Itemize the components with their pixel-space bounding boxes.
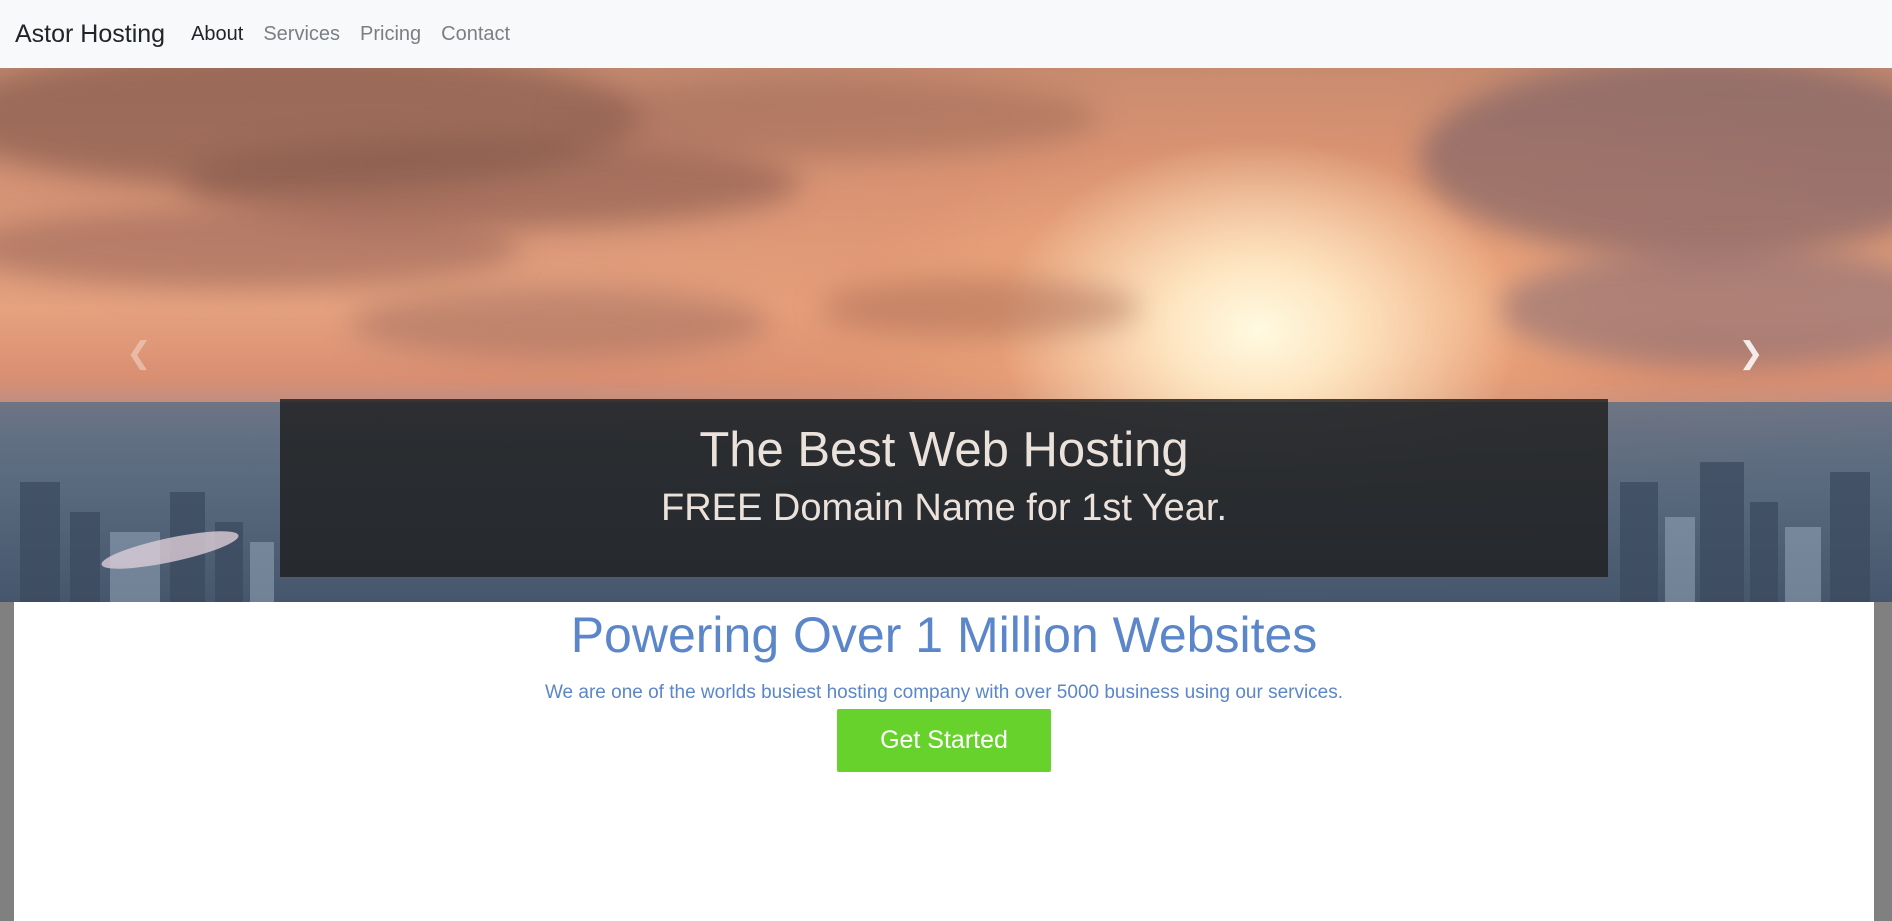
carousel-prev-button[interactable]: ❮: [124, 335, 154, 371]
nav-link-about[interactable]: About: [181, 23, 253, 46]
hero-carousel: ❮ ❯ The Best Web Hosting FREE Domain Nam…: [0, 68, 1892, 602]
hero-subtitle: FREE Domain Name for 1st Year.: [660, 487, 1228, 529]
cloud-shape: [0, 208, 520, 288]
cloud-shape: [820, 278, 1140, 338]
cloud-shape: [560, 78, 1100, 158]
carousel-caption: The Best Web Hosting FREE Domain Name fo…: [280, 399, 1608, 577]
nav-link-services[interactable]: Services: [253, 23, 350, 46]
get-started-button[interactable]: Get Started: [837, 709, 1051, 772]
chevron-right-icon: ❯: [1738, 335, 1764, 371]
cloud-shape: [1420, 68, 1892, 258]
section-description: We are one of the worlds busiest hosting…: [544, 682, 1344, 703]
hero-title: The Best Web Hosting: [699, 423, 1189, 477]
brand-logo[interactable]: Astor Hosting: [15, 20, 165, 49]
section-headline: Powering Over 1 Million Websites: [570, 607, 1318, 663]
right-gutter: [1874, 602, 1892, 921]
nav-link-pricing[interactable]: Pricing: [350, 23, 431, 46]
carousel-next-button[interactable]: ❯: [1736, 335, 1766, 371]
cloud-shape: [350, 288, 770, 358]
left-gutter: [0, 602, 14, 921]
navbar: Astor Hosting About Services Pricing Con…: [0, 0, 1892, 68]
chevron-left-icon: ❮: [126, 335, 152, 371]
intro-section: Powering Over 1 Million Websites We are …: [14, 602, 1874, 921]
cloud-shape: [1500, 248, 1892, 368]
nav-link-contact[interactable]: Contact: [431, 23, 520, 46]
